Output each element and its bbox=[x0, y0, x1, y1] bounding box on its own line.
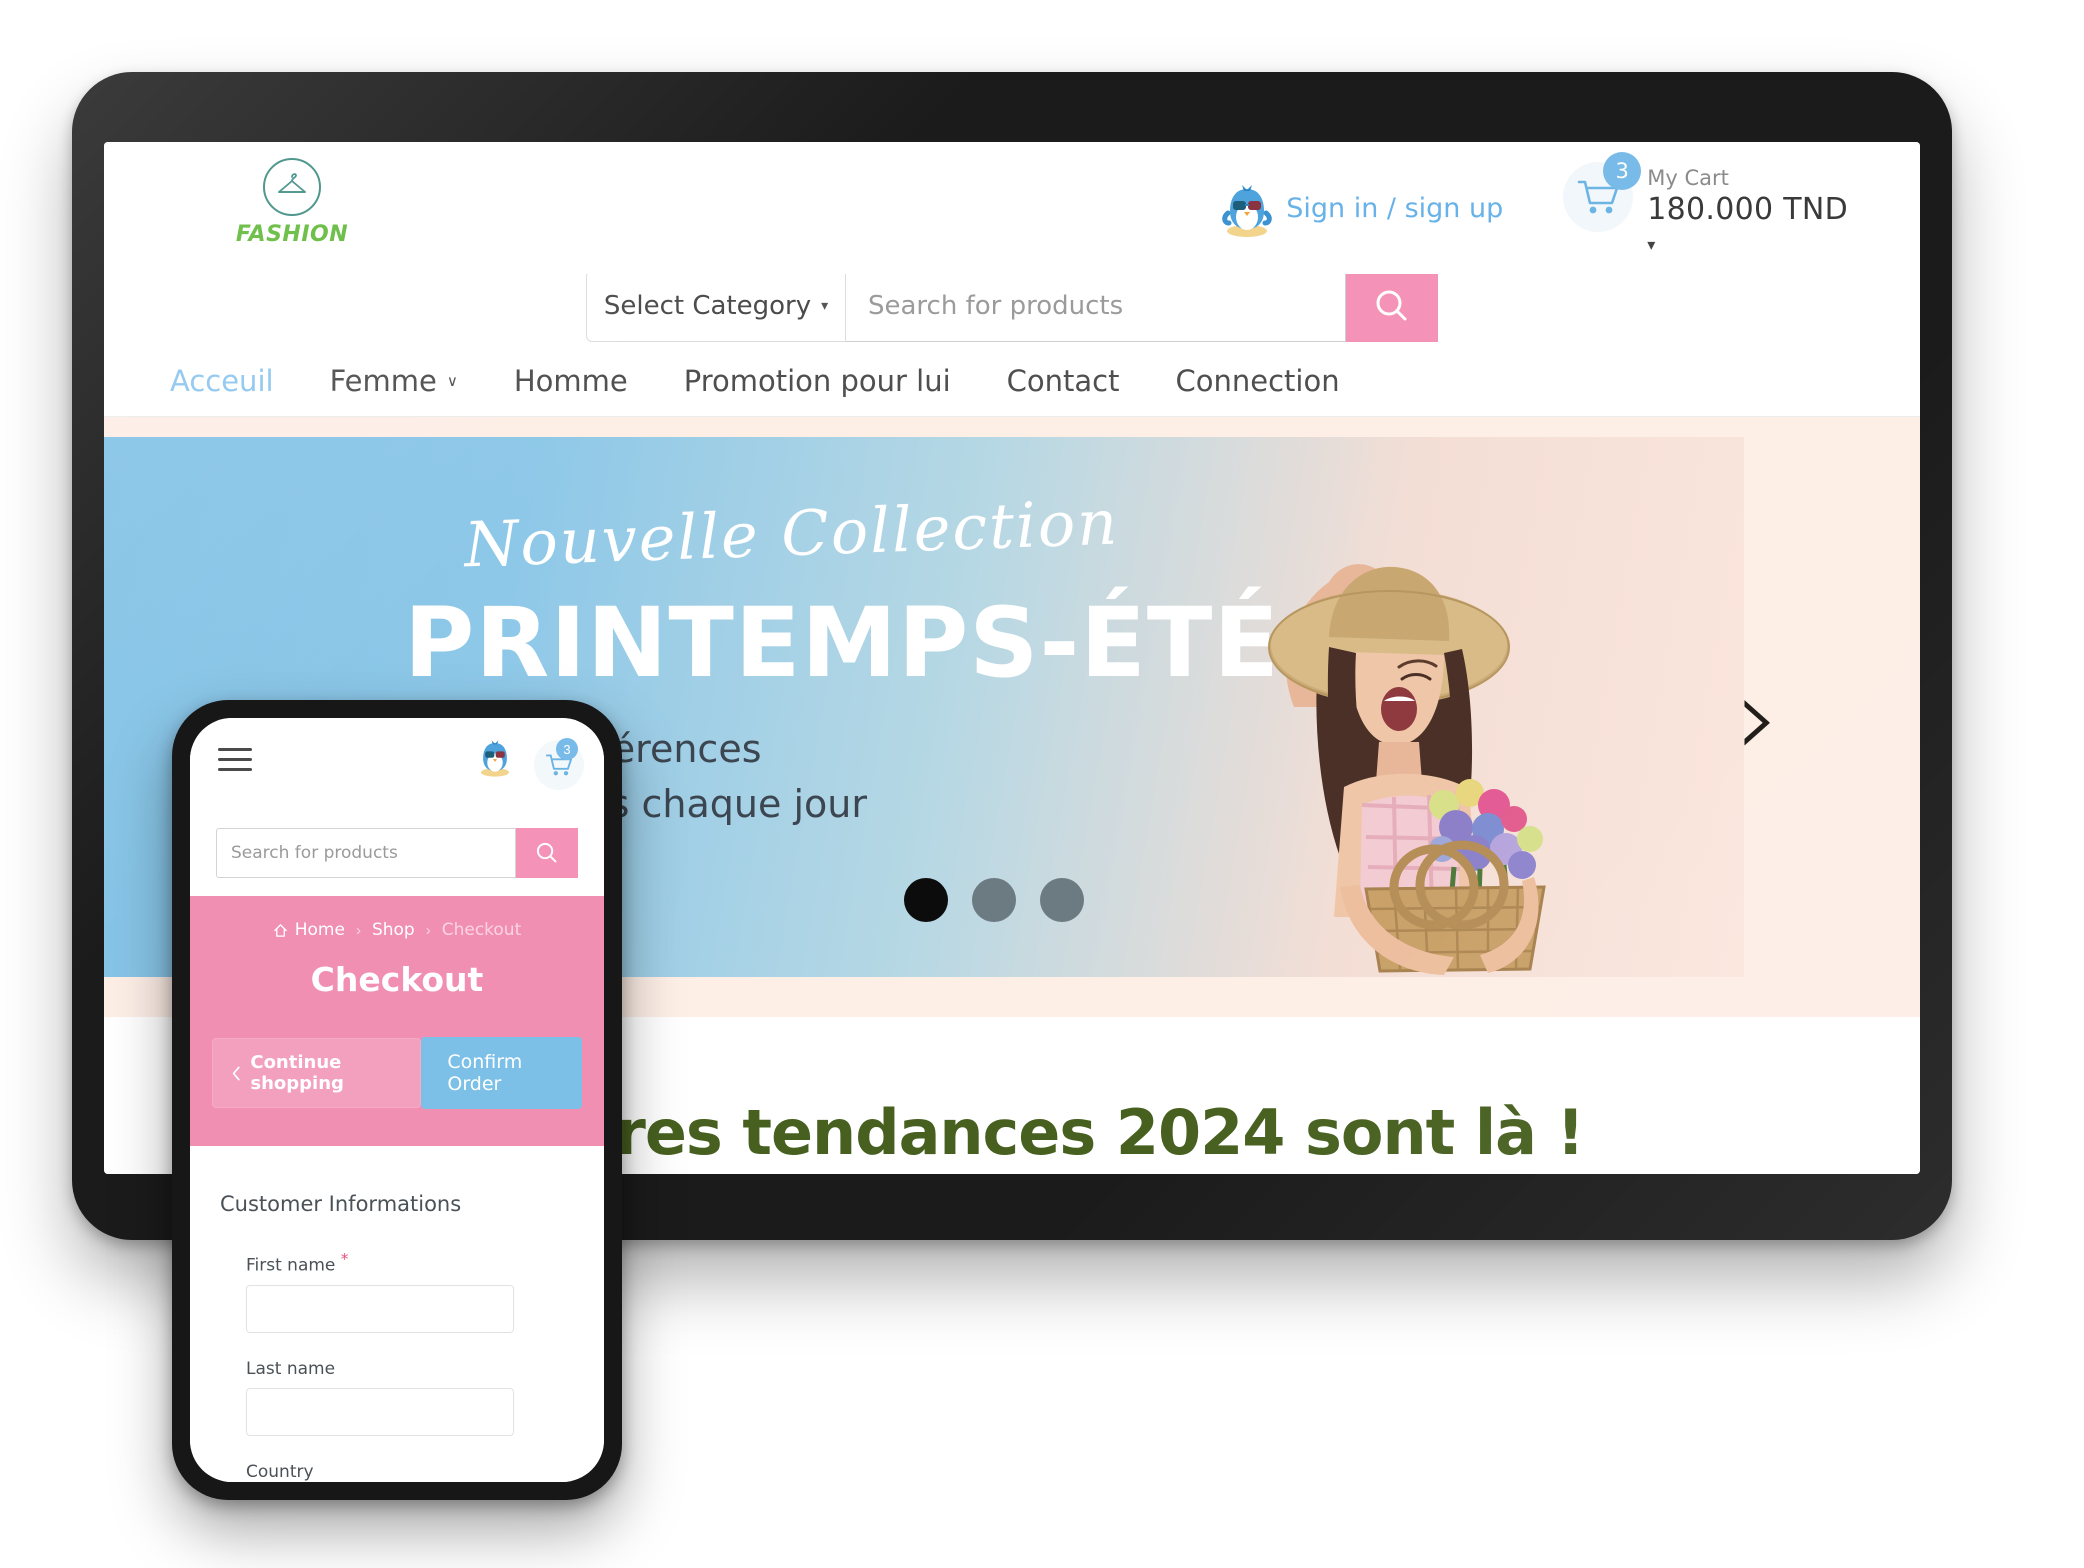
first-name-label-text: First name bbox=[246, 1255, 336, 1276]
site-logo[interactable]: FASHION bbox=[234, 158, 350, 247]
chevron-down-icon: ▾ bbox=[821, 298, 829, 314]
form-heading: Customer Informations bbox=[220, 1192, 462, 1216]
search-icon bbox=[1376, 290, 1407, 321]
first-name-field: First name * bbox=[246, 1250, 574, 1333]
country-label: Country bbox=[246, 1461, 314, 1482]
breadcrumb-home-label: Home bbox=[294, 920, 345, 940]
cart-badge: 3 bbox=[556, 738, 578, 760]
phone-device-frame: 3 Search for products Home › Shop › Chec… bbox=[172, 700, 622, 1500]
chevron-left-icon bbox=[232, 1066, 240, 1080]
last-name-field: Last name bbox=[246, 1359, 574, 1436]
nav-item-contact[interactable]: Contact bbox=[1007, 364, 1120, 398]
search-group: Select Category ▾ Search for products bbox=[586, 270, 1438, 342]
search-row: Select Category ▾ Search for products bbox=[104, 270, 1920, 342]
shopping-cart-icon[interactable]: 3 bbox=[1563, 152, 1642, 232]
checkout-hero: Home › Shop › Checkout Checkout Continue… bbox=[190, 896, 604, 1146]
nav-label: Contact bbox=[1006, 364, 1120, 398]
last-name-label: Last name bbox=[246, 1358, 336, 1379]
first-name-input[interactable] bbox=[246, 1284, 514, 1333]
home-icon bbox=[273, 923, 287, 937]
breadcrumb-home[interactable]: Home bbox=[273, 920, 345, 940]
carousel-dots bbox=[904, 878, 1084, 922]
cart-label: My Cart bbox=[1647, 166, 1729, 190]
page-title: Checkout bbox=[310, 960, 484, 999]
phone-search-placeholder: Search for products bbox=[231, 843, 398, 863]
nav-label: Acceuil bbox=[170, 364, 274, 398]
customer-information-form: Customer Informations First name * Last … bbox=[190, 1146, 604, 1482]
cart-summary: My Cart 180.000 TND ▾ bbox=[1647, 162, 1848, 255]
cart-amount: 180.000 TND bbox=[1647, 192, 1848, 227]
chevron-down-icon[interactable]: ▾ bbox=[1647, 235, 1848, 255]
nav-item-acceuil[interactable]: Acceuil bbox=[170, 364, 274, 398]
screenshot-stage: FASHION Sign in / sign up 3 My Cart 180.… bbox=[0, 0, 2084, 1568]
phone-header: 3 bbox=[190, 718, 604, 828]
chevron-right-icon: › bbox=[425, 921, 431, 939]
search-icon bbox=[536, 842, 557, 863]
country-field: Country bbox=[246, 1462, 574, 1482]
category-select[interactable]: Select Category ▾ bbox=[586, 270, 846, 342]
chevron-right-icon: › bbox=[355, 921, 361, 939]
category-select-label: Select Category bbox=[603, 291, 812, 321]
sign-in-label: Sign in / sign up bbox=[1286, 193, 1504, 224]
header-actions: Sign in / sign up 3 My Cart 180.000 TND … bbox=[1220, 152, 1848, 255]
nav-label: Femme bbox=[329, 364, 437, 398]
search-input-placeholder: Search for products bbox=[868, 291, 1124, 321]
phone-search-input[interactable]: Search for products bbox=[216, 828, 516, 878]
sign-in-button[interactable]: Sign in / sign up bbox=[1220, 179, 1503, 239]
logo-wordmark: FASHION bbox=[235, 222, 349, 247]
checkout-actions: Continue shopping Confirm Order bbox=[190, 1037, 604, 1109]
confirm-order-button[interactable]: Confirm Order bbox=[421, 1037, 582, 1109]
breadcrumb-current: Checkout bbox=[441, 920, 522, 940]
nav-item-femme[interactable]: Femme ∨ bbox=[330, 364, 458, 398]
chevron-down-icon: ∨ bbox=[446, 372, 458, 390]
nav-label: Connection bbox=[1175, 364, 1340, 398]
carousel-dot-2[interactable] bbox=[972, 878, 1016, 922]
penguin-icon bbox=[1220, 179, 1274, 239]
phone-screen: 3 Search for products Home › Shop › Chec… bbox=[190, 718, 604, 1482]
cart-widget[interactable]: 3 My Cart 180.000 TND ▾ bbox=[1563, 152, 1848, 255]
phone-search-group: Search for products bbox=[216, 828, 578, 878]
nav-item-connection[interactable]: Connection bbox=[1175, 364, 1339, 398]
confirm-order-label: Confirm Order bbox=[447, 1051, 523, 1095]
nav-label: Homme bbox=[513, 364, 628, 398]
last-name-input[interactable] bbox=[246, 1387, 514, 1436]
hamburger-menu-icon[interactable] bbox=[218, 748, 252, 778]
phone-search-button[interactable] bbox=[516, 828, 578, 878]
hanger-icon bbox=[263, 158, 321, 216]
hero-model-image bbox=[1144, 457, 1614, 977]
first-name-label: First name * bbox=[246, 1250, 574, 1276]
carousel-dot-1[interactable] bbox=[904, 878, 948, 922]
search-input[interactable]: Search for products bbox=[846, 270, 1346, 342]
breadcrumb: Home › Shop › Checkout bbox=[190, 920, 604, 940]
continue-shopping-button[interactable]: Continue shopping bbox=[212, 1038, 422, 1108]
nav-label: Promotion pour lui bbox=[683, 364, 951, 398]
search-button[interactable] bbox=[1346, 270, 1438, 342]
shopping-cart-icon[interactable]: 3 bbox=[534, 738, 584, 790]
cart-badge: 3 bbox=[1603, 152, 1642, 190]
nav-item-homme[interactable]: Homme bbox=[514, 364, 628, 398]
site-header: FASHION Sign in / sign up 3 My Cart 180.… bbox=[104, 142, 1920, 274]
main-navigation: Acceuil Femme ∨ Homme Promotion pour lui… bbox=[104, 342, 1920, 417]
hero-script-text: Nouvelle Collection bbox=[462, 485, 1121, 582]
carousel-dot-3[interactable] bbox=[1040, 878, 1084, 922]
penguin-icon[interactable] bbox=[476, 736, 514, 778]
required-marker: * bbox=[340, 1250, 349, 1268]
nav-item-promotion-pour-lui[interactable]: Promotion pour lui bbox=[684, 364, 951, 398]
continue-shopping-label: Continue shopping bbox=[250, 1052, 344, 1094]
breadcrumb-shop[interactable]: Shop bbox=[372, 920, 415, 940]
carousel-next-button[interactable]: › bbox=[1736, 662, 1780, 772]
